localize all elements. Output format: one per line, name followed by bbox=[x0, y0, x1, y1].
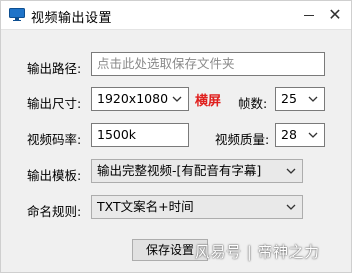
chevron-down-icon bbox=[286, 168, 296, 174]
watermark: 风易号 | 帝神之力 bbox=[195, 243, 320, 261]
orientation-label: 横屏 bbox=[195, 94, 222, 109]
output-path-input[interactable]: 点击此处选取保存文件夹 bbox=[91, 52, 325, 76]
bitrate-input[interactable]: 1500k bbox=[91, 123, 189, 147]
naming-value: TXT文案名+时间 bbox=[97, 199, 194, 214]
window-title: 视频输出设置 bbox=[31, 11, 113, 26]
settings-window: 视频输出设置 ✕ 输出路径: 点击此处选取保存文件夹 输出尺寸: 1920x10… bbox=[0, 0, 352, 273]
output-size-label: 输出尺寸: bbox=[27, 96, 82, 111]
template-select[interactable]: 输出完整视频-[有配音有字幕] bbox=[91, 159, 303, 183]
quality-value: 28 bbox=[281, 127, 297, 142]
chevron-down-icon bbox=[308, 132, 318, 138]
minimize-button[interactable] bbox=[297, 3, 321, 27]
bitrate-value: 1500k bbox=[97, 127, 137, 142]
naming-select[interactable]: TXT文案名+时间 bbox=[91, 195, 303, 219]
close-button[interactable]: ✕ bbox=[323, 3, 347, 27]
output-path-label: 输出路径: bbox=[27, 61, 82, 76]
naming-label: 命名规则: bbox=[27, 204, 82, 219]
chevron-down-icon bbox=[286, 204, 296, 210]
output-path-placeholder: 点击此处选取保存文件夹 bbox=[97, 56, 235, 71]
monitor-icon bbox=[9, 8, 25, 21]
title-bar: 视频输出设置 ✕ bbox=[1, 1, 351, 30]
output-size-select[interactable]: 1920x1080 bbox=[91, 87, 189, 111]
fps-value: 25 bbox=[281, 91, 297, 106]
chevron-down-icon bbox=[172, 96, 182, 102]
template-label: 输出模板: bbox=[27, 168, 82, 183]
fps-select[interactable]: 25 bbox=[275, 87, 325, 111]
template-value: 输出完整视频-[有配音有字幕] bbox=[97, 163, 262, 178]
chevron-down-icon bbox=[308, 96, 318, 102]
fps-label: 帧数: bbox=[238, 96, 268, 111]
minimize-icon bbox=[304, 15, 314, 16]
quality-label: 视频质量: bbox=[215, 132, 270, 147]
bitrate-label: 视频码率: bbox=[27, 132, 82, 147]
output-size-value: 1920x1080 bbox=[97, 91, 169, 106]
quality-select[interactable]: 28 bbox=[275, 123, 325, 147]
